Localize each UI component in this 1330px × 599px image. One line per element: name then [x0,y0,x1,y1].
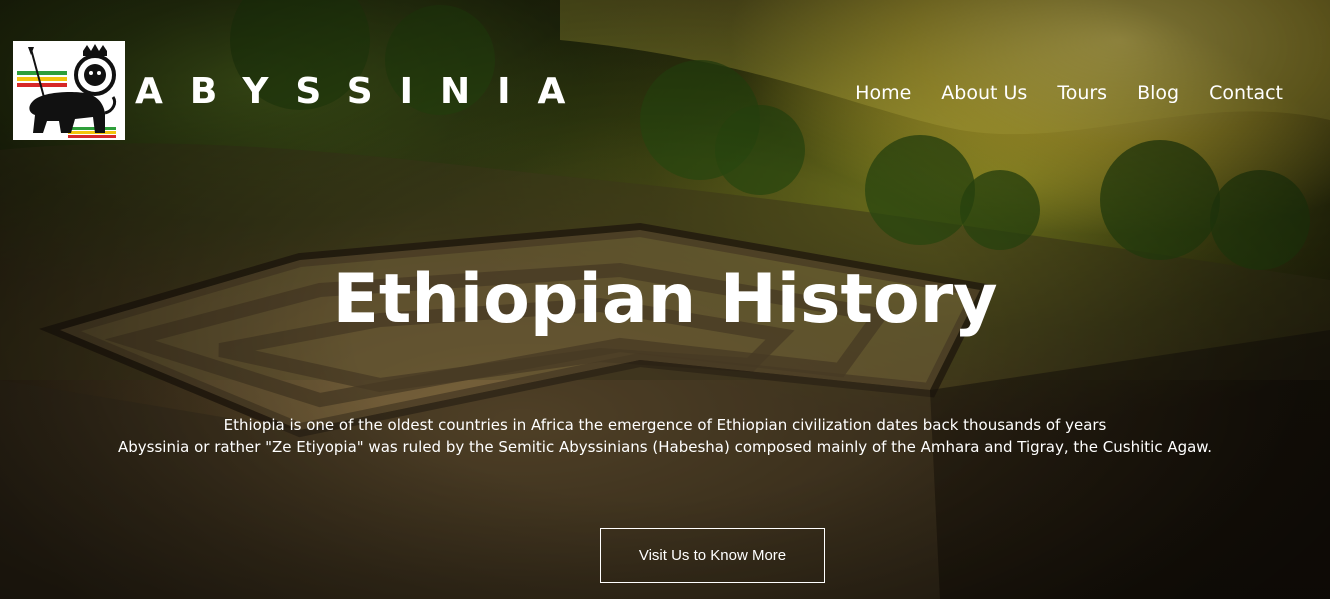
hero-description-line-1: Ethiopia is one of the oldest countries … [223,416,1107,434]
nav-item-tours[interactable]: Tours [1057,80,1107,106]
hero-title: Ethiopian History [332,260,998,339]
hero-description: Ethiopia is one of the oldest countries … [0,414,1330,458]
nav-item-about-us[interactable]: About Us [941,80,1027,106]
nav-item-home[interactable]: Home [855,80,911,106]
nav-item-blog[interactable]: Blog [1137,80,1179,106]
visit-us-button[interactable]: Visit Us to Know More [600,528,825,583]
lion-of-judah-icon [17,44,117,138]
site-logo[interactable] [13,41,125,140]
brand-name[interactable]: ABYSSINIA [135,70,592,114]
hero-section: ABYSSINIA Home About Us Tours Blog Conta… [0,0,1330,599]
main-nav: Home About Us Tours Blog Contact [855,80,1283,106]
nav-item-contact[interactable]: Contact [1209,80,1283,106]
hero-description-line-2: Abyssinia or rather "Ze Etiyopia" was ru… [118,438,1212,456]
